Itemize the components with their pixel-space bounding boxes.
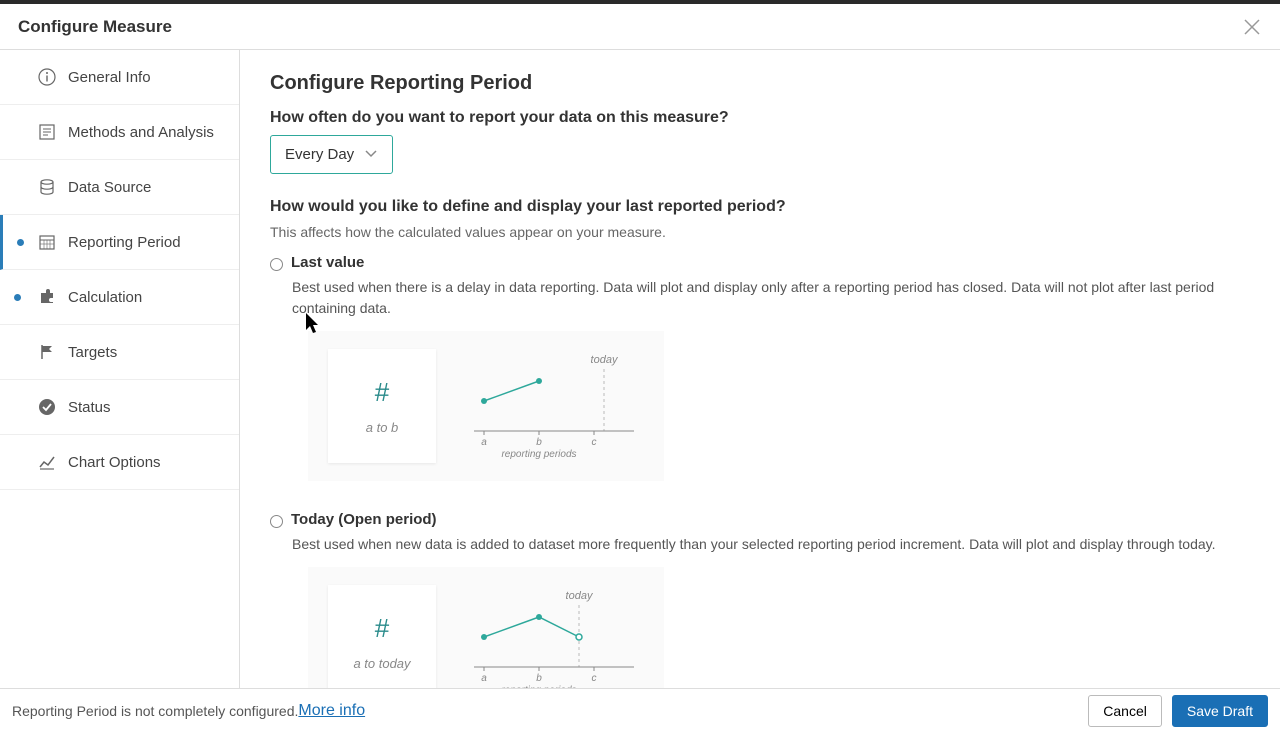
sidebar-item-label: Calculation <box>68 289 142 306</box>
sidebar-item-label: Data Source <box>68 179 151 196</box>
cancel-button[interactable]: Cancel <box>1088 695 1162 727</box>
sidebar-item-data-source[interactable]: Data Source <box>0 160 239 215</box>
check-circle-icon <box>36 396 58 418</box>
sidebar-item-label: Chart Options <box>68 454 161 471</box>
diagram-card-label: a to today <box>353 656 410 671</box>
sidebar-item-targets[interactable]: Targets <box>0 325 239 380</box>
option-title-today: Today (Open period) <box>291 511 437 528</box>
sidebar-item-general-info[interactable]: General Info <box>0 50 239 105</box>
database-icon <box>36 176 58 198</box>
diagram-card: # a to b <box>328 349 436 463</box>
radio-today[interactable] <box>270 515 283 528</box>
document-icon <box>36 121 58 143</box>
save-draft-button[interactable]: Save Draft <box>1172 695 1268 727</box>
dropdown-value: Every Day <box>285 146 354 163</box>
chart-line-icon <box>36 451 58 473</box>
page-title: Configure Reporting Period <box>270 72 1250 95</box>
diagram-card: # a to today <box>328 585 436 688</box>
sidebar-item-status[interactable]: Status <box>0 380 239 435</box>
option-desc-today: Best used when new data is added to data… <box>292 534 1250 555</box>
option-desc-last-value: Best used when there is a delay in data … <box>292 277 1250 319</box>
question-frequency: How often do you want to report your dat… <box>270 109 1250 127</box>
calendar-icon <box>36 231 58 253</box>
frequency-dropdown[interactable]: Every Day <box>270 135 393 174</box>
svg-text:c: c <box>592 437 597 448</box>
footer-message: Reporting Period is not completely confi… <box>12 703 298 719</box>
close-icon <box>1243 18 1261 36</box>
sidebar-item-chart-options[interactable]: Chart Options <box>0 435 239 490</box>
svg-text:a: a <box>481 673 487 684</box>
puzzle-icon <box>36 286 58 308</box>
svg-text:today: today <box>591 354 619 366</box>
sidebar-item-calculation[interactable]: Calculation <box>0 270 239 325</box>
sidebar-item-label: Targets <box>68 344 117 361</box>
close-button[interactable] <box>1240 15 1264 39</box>
dialog-title: Configure Measure <box>18 17 172 37</box>
sidebar: General Info Methods and Analysis Data S… <box>0 50 240 688</box>
svg-text:reporting periods: reporting periods <box>501 449 576 460</box>
question-display-subtext: This affects how the calculated values a… <box>270 224 1250 240</box>
diagram-last-value: # a to b today a b c reporting periods <box>308 331 664 481</box>
radio-last-value[interactable] <box>270 258 283 271</box>
svg-text:c: c <box>592 673 597 684</box>
sidebar-item-methods[interactable]: Methods and Analysis <box>0 105 239 160</box>
option-title-last-value: Last value <box>291 254 364 271</box>
footer-more-info-link[interactable]: More info <box>298 702 365 720</box>
svg-text:a: a <box>481 437 487 448</box>
diagram-chart: today a b c reporting periods <box>464 351 644 461</box>
diagram-today: # a to today today a b c reporting perio… <box>308 567 664 688</box>
sidebar-item-label: Status <box>68 399 111 416</box>
svg-text:b: b <box>536 673 542 684</box>
sidebar-item-reporting-period[interactable]: Reporting Period <box>0 215 239 270</box>
sidebar-item-label: Reporting Period <box>68 234 181 251</box>
svg-text:b: b <box>536 437 542 448</box>
sidebar-item-label: General Info <box>68 69 151 86</box>
hash-icon: # <box>375 613 389 644</box>
diagram-card-label: a to b <box>366 420 399 435</box>
svg-text:today: today <box>566 590 594 602</box>
main-content: Configure Reporting Period How often do … <box>240 50 1280 688</box>
hash-icon: # <box>375 377 389 408</box>
info-icon <box>36 66 58 88</box>
sidebar-item-label: Methods and Analysis <box>68 124 214 141</box>
question-display: How would you like to define and display… <box>270 198 1250 216</box>
chevron-down-icon <box>364 146 378 163</box>
flag-icon <box>36 341 58 363</box>
diagram-chart: today a b c reporting periods <box>464 587 644 688</box>
